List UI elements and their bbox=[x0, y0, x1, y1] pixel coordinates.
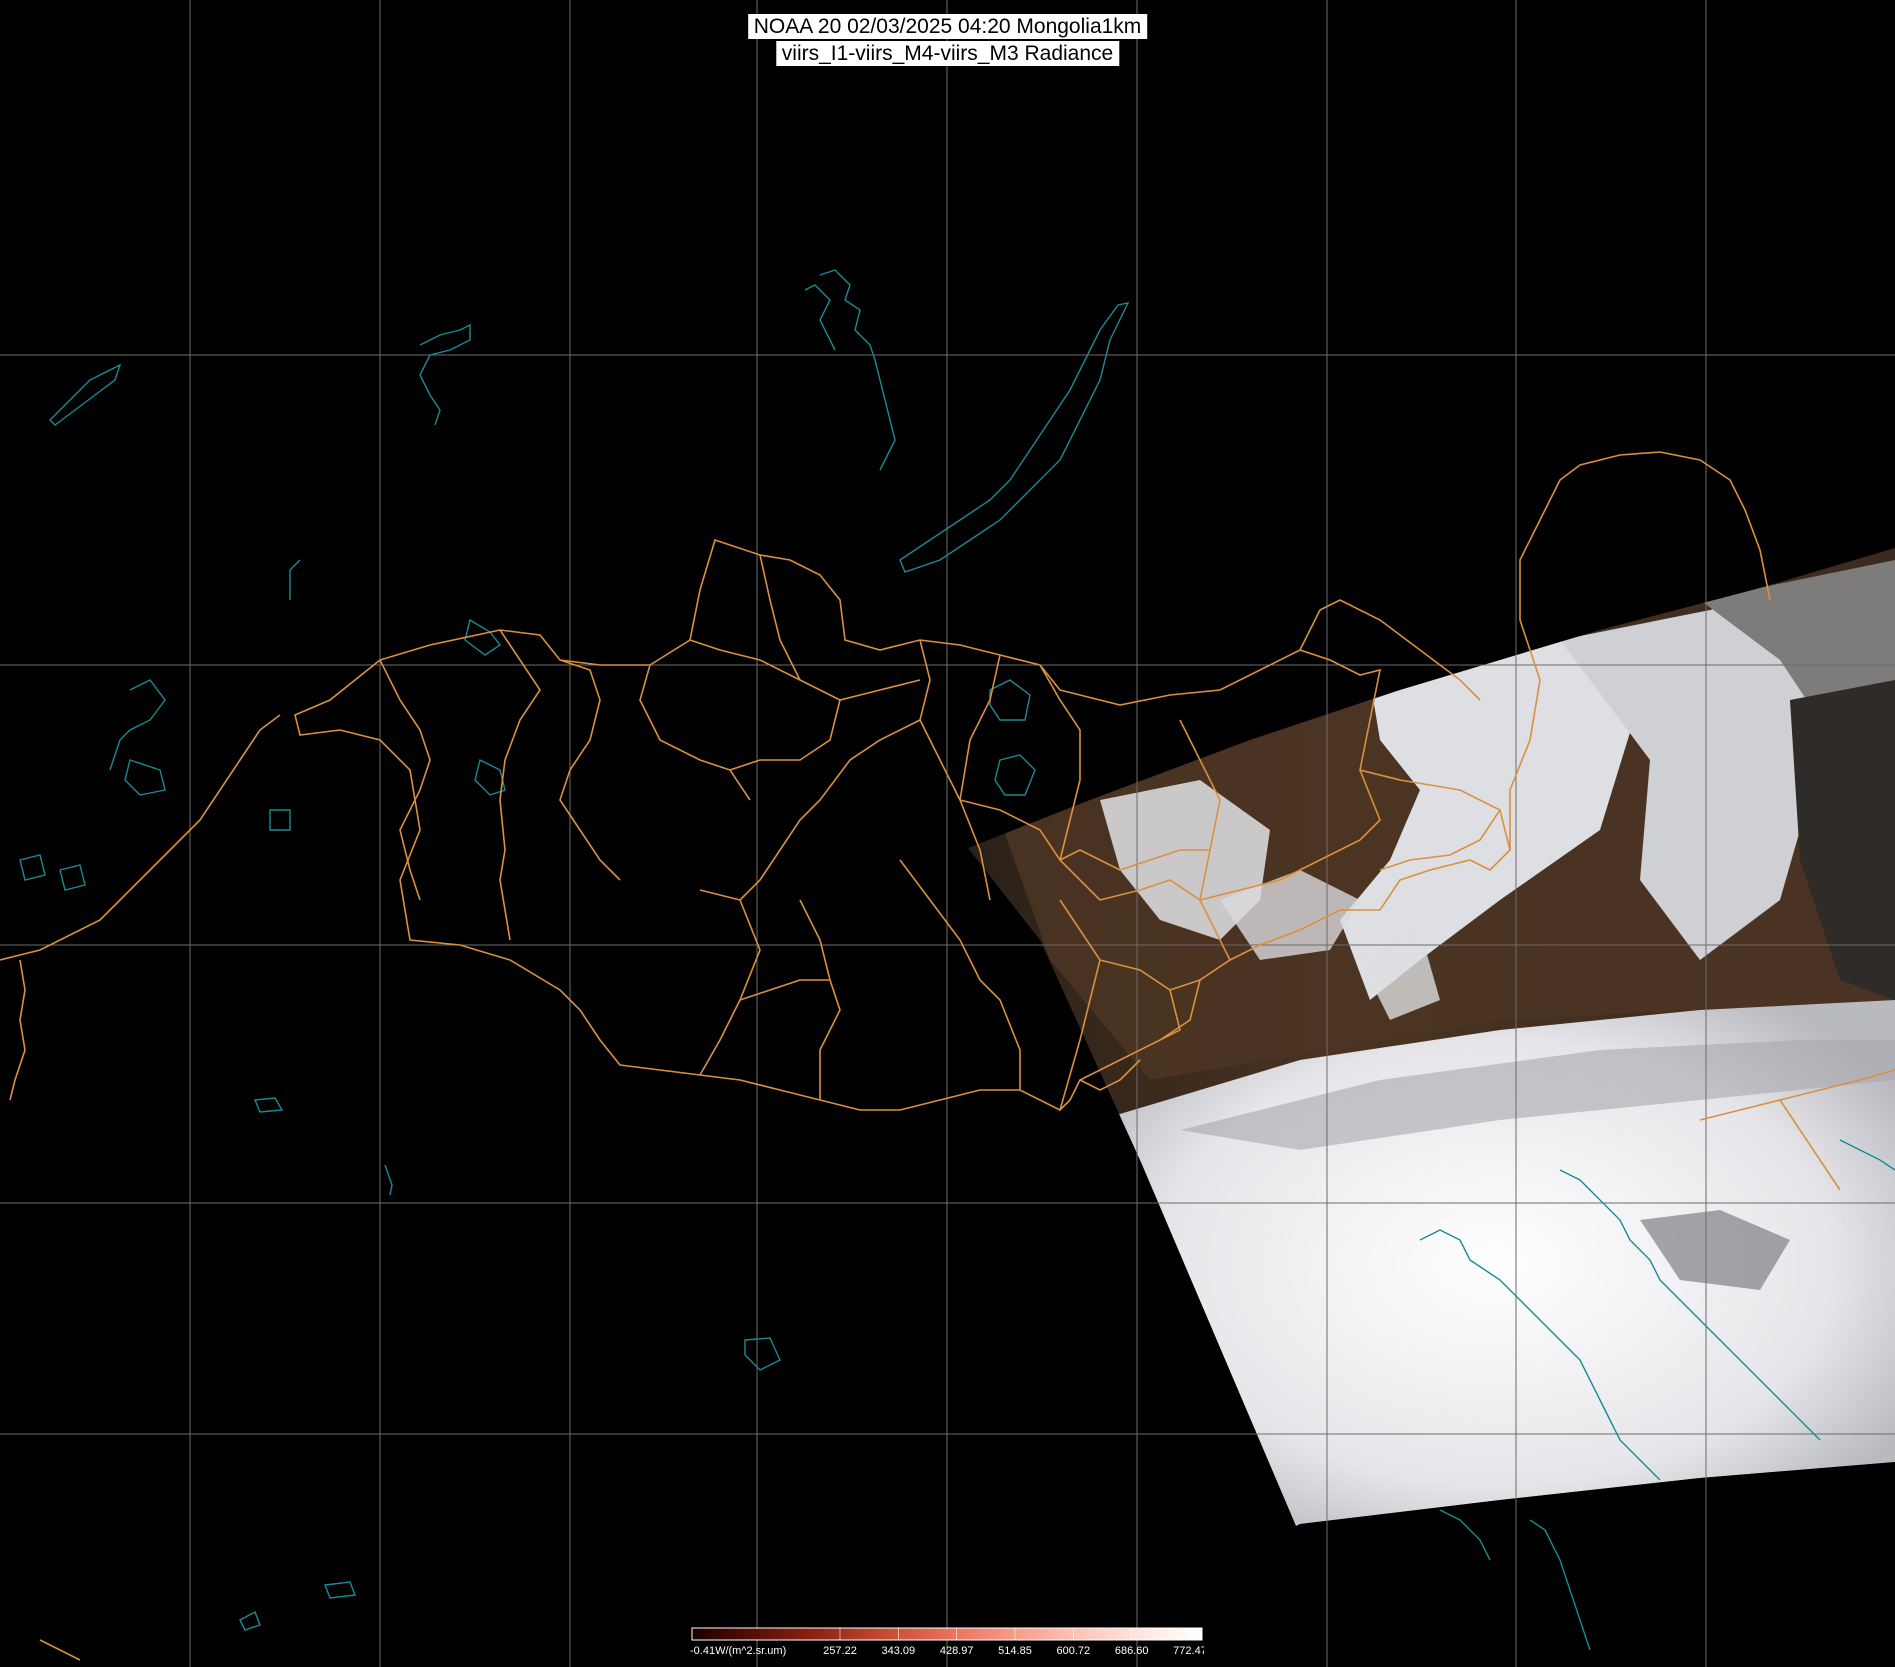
radiance-colorbar: -0.41W/(m^2.sr.um) 257.22 343.09 428.97 514… bbox=[690, 1627, 1204, 1657]
colorbar-tick-label: 343.09 bbox=[882, 1645, 916, 1657]
colorbar-tick-label: 428.97 bbox=[940, 1645, 974, 1657]
image-title-line-1: NOAA 20 02/03/2025 04:20 Mongolia1km bbox=[747, 14, 1148, 39]
colorbar-gradient-bar bbox=[691, 1627, 1203, 1641]
colorbar-tick-label: 686.60 bbox=[1115, 1645, 1149, 1657]
image-title-line-2: viirs_I1-viirs_M4-viirs_M3 Radiance bbox=[775, 41, 1120, 66]
colorbar-tick-label: 772.47 bbox=[1173, 1645, 1204, 1657]
satellite-map bbox=[0, 0, 1895, 1667]
colorbar-tick-label: 514.85 bbox=[998, 1645, 1032, 1657]
colorbar-min-label: -0.41W/(m^2.sr.um) bbox=[690, 1645, 786, 1657]
colorbar-tick-label: 600.72 bbox=[1057, 1645, 1091, 1657]
colorbar-tick-label: 257.22 bbox=[823, 1645, 857, 1657]
